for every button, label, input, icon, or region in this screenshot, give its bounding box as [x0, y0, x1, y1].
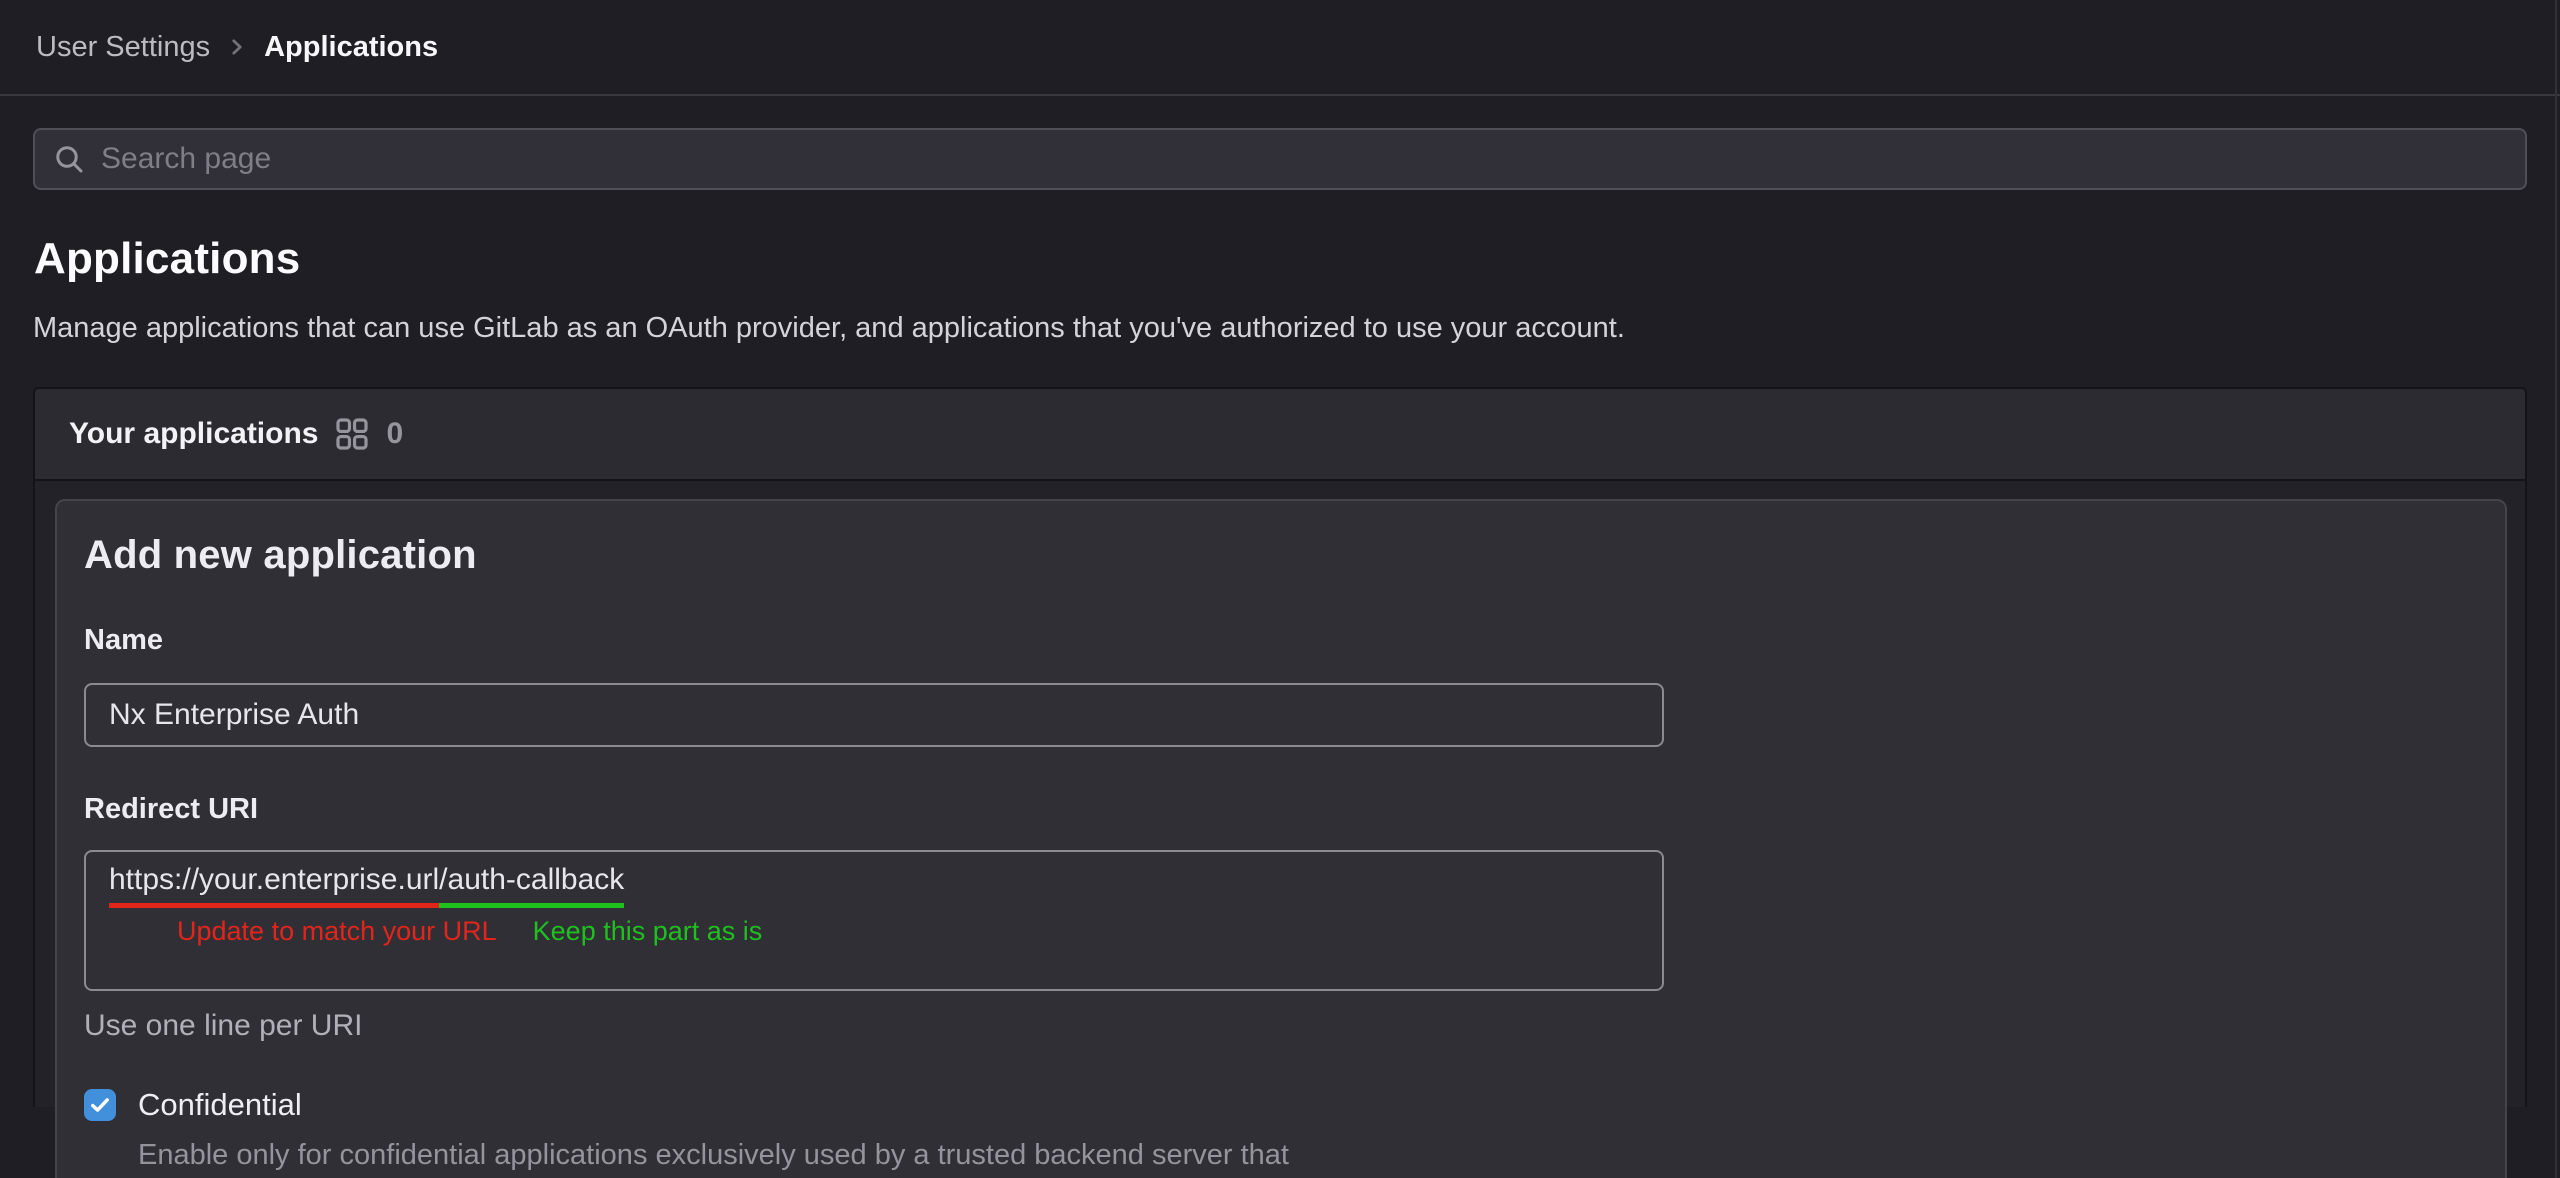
your-applications-header: Your applications 0 — [35, 389, 2525, 481]
breadcrumb: User Settings Applications — [0, 0, 2560, 96]
annotation-update-url: Update to match your URL — [177, 916, 497, 947]
applications-count-badge: 0 — [386, 417, 403, 451]
confidential-help-line-1: Enable only for confidential application… — [138, 1135, 2475, 1175]
confidential-help: Enable only for confidential application… — [138, 1135, 2475, 1178]
redirect-uri-value: https://your.enterprise.url/auth-callbac… — [109, 863, 1639, 897]
chevron-right-icon — [224, 34, 250, 60]
page-content: Applications Manage applications that ca… — [0, 128, 2560, 1107]
your-applications-section: Your applications 0 Add new application … — [33, 387, 2527, 1107]
page-description: Manage applications that can use GitLab … — [33, 312, 2527, 345]
card-title: Add new application — [84, 533, 2475, 578]
applications-settings-page: User Settings Applications Applications … — [0, 0, 2560, 1178]
confidential-label[interactable]: Confidential — [138, 1087, 302, 1123]
confidential-row: Confidential — [84, 1087, 2475, 1123]
search-input[interactable] — [99, 141, 2507, 177]
redirect-uri-label: Redirect URI — [84, 793, 2475, 826]
scrollbar-track[interactable] — [2555, 0, 2557, 1178]
redirect-uri-annotations: Update to match your URL Keep this part … — [177, 916, 1639, 947]
confidential-checkbox[interactable] — [84, 1089, 116, 1121]
page-title: Applications — [34, 234, 2527, 284]
section-title: Your applications — [69, 417, 318, 451]
checkmark-icon — [88, 1093, 112, 1117]
add-new-application-card: Add new application Name Redirect URI ht… — [55, 499, 2507, 1178]
redirect-uri-path-part: /auth-callback — [439, 863, 624, 908]
redirect-uri-host-part: https://your.enterprise.url — [109, 863, 439, 908]
redirect-uri-help: Use one line per URI — [84, 1009, 2475, 1043]
application-name-input[interactable] — [84, 683, 1664, 747]
search-bar[interactable] — [33, 128, 2527, 190]
annotation-keep-part: Keep this part as is — [533, 916, 763, 947]
breadcrumb-applications[interactable]: Applications — [264, 31, 438, 64]
breadcrumb-user-settings[interactable]: User Settings — [36, 31, 210, 64]
applications-grid-icon — [335, 417, 369, 451]
redirect-uri-textarea[interactable]: https://your.enterprise.url/auth-callbac… — [84, 850, 1664, 991]
section-body: Add new application Name Redirect URI ht… — [35, 481, 2525, 1107]
search-icon — [53, 143, 85, 175]
name-label: Name — [84, 624, 2475, 657]
